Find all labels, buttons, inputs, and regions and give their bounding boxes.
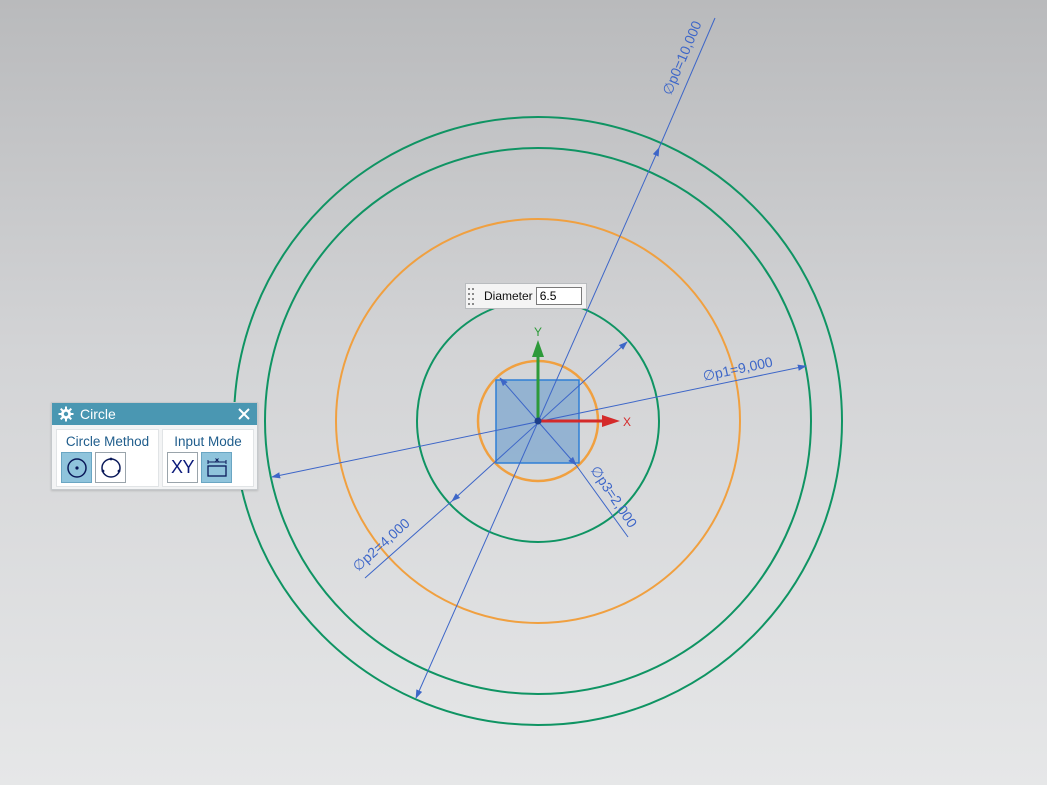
circle-method-label: Circle Method [65,434,150,449]
gear-icon [58,406,74,422]
diameter-input-box: Diameter [465,283,587,309]
parameter-mode-icon [206,457,227,477]
three-point-circle-button[interactable] [95,452,126,483]
dimension-p0[interactable] [415,17,716,699]
drag-grip-icon[interactable] [466,284,476,308]
input-mode-label: Input Mode [174,434,242,449]
dialog-title: Circle [80,406,116,422]
y-axis-label: Y [534,325,542,339]
input-mode-group: Input Mode XY [162,429,254,487]
center-point-circle-icon [66,457,87,478]
dimension-label-p1[interactable]: ∅p1=9,000 [701,353,774,383]
coordinate-mode-button[interactable]: XY [167,452,198,483]
parameter-mode-button[interactable] [201,452,232,483]
center-point-circle-button[interactable] [61,452,92,483]
diameter-field[interactable] [535,287,582,305]
sketch-canvas[interactable]: ∅p0=10,000 ∅p1=9,000 ∅p2=4,000 ∅p3=2,000… [0,0,1047,785]
x-axis-label: X [623,415,631,429]
three-point-circle-icon [100,457,121,478]
diameter-label: Diameter [484,289,533,303]
close-icon[interactable] [237,407,251,421]
coordinate-mode-text: XY [170,457,195,477]
dialog-title-bar[interactable]: Circle [52,403,257,425]
circle-method-group: Circle Method [56,429,159,487]
circle-dialog: Circle Circle Method Input Mode XY [51,402,258,490]
